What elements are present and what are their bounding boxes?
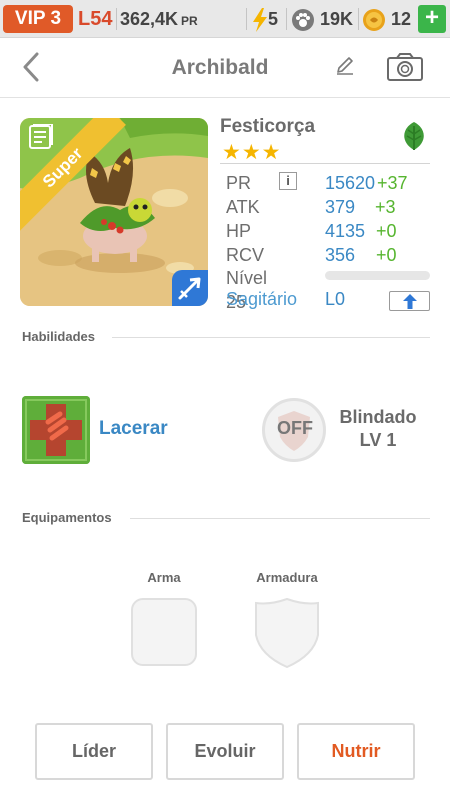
arrow-up-icon [403, 294, 417, 309]
leader-button[interactable]: Líder [35, 723, 153, 780]
armor-label: Armadura [256, 570, 318, 585]
coin-counter[interactable]: 12 [362, 5, 411, 33]
paw-icon [292, 9, 314, 32]
card-album-icon[interactable] [28, 123, 54, 155]
vip-badge[interactable]: VIP 3 [3, 5, 73, 33]
divider [112, 337, 430, 338]
armor-slot[interactable] [254, 597, 320, 669]
divider [246, 8, 247, 30]
skill-name-lacerar[interactable]: Lacerar [99, 418, 168, 440]
archer-icon [178, 277, 201, 300]
stat-label: RCV [226, 245, 265, 265]
food-value: 19K [320, 9, 354, 29]
add-currency-button[interactable]: + [418, 5, 446, 33]
navigation-bar: Archibald [0, 38, 450, 98]
player-level: L54 [78, 8, 113, 30]
energy-value: 5 [268, 9, 279, 29]
stat-bonus: +37 [377, 173, 408, 193]
stat-label: ATK [226, 197, 260, 217]
power-value: 362,4K [120, 9, 179, 29]
constellation-level: L0 [325, 289, 346, 309]
claw-cross-icon [22, 396, 90, 464]
weapon-slot[interactable] [131, 598, 197, 666]
xp-progress-bar [325, 271, 430, 280]
feed-button[interactable]: Nutrir [297, 723, 415, 780]
passive-skill-name: Blindado [339, 407, 417, 427]
stat-value: 379 [325, 197, 356, 217]
player-power: 362,4K PR [120, 5, 198, 35]
upgrade-button[interactable] [389, 291, 430, 311]
passive-skill-info: Blindado LV 1 [330, 406, 426, 452]
info-button[interactable]: i [279, 172, 297, 190]
element-badge [398, 120, 430, 157]
divider [358, 8, 359, 30]
stat-value: 4135 [325, 221, 366, 241]
stat-bonus: +0 [376, 221, 397, 241]
divider [130, 518, 430, 519]
equipment-section-title: Equipamentos [22, 510, 112, 525]
energy-counter[interactable]: 5 [252, 5, 278, 33]
stat-value: 15620 [325, 173, 376, 193]
stat-bonus: +0 [376, 245, 397, 265]
weapon-label: Arma [147, 570, 181, 585]
class-badge [172, 270, 208, 306]
passive-skill-level: LV 1 [359, 430, 397, 450]
stat-label: PR [226, 173, 252, 193]
stat-label: HP [226, 221, 252, 241]
rename-button[interactable] [335, 55, 355, 80]
leaf-icon [404, 122, 424, 150]
food-counter[interactable]: 19K [291, 5, 353, 33]
skill-off-badge: OFF [277, 418, 313, 438]
pencil-icon [337, 57, 353, 75]
skills-section-title: Habilidades [22, 329, 95, 344]
monster-name: Festicorça [220, 116, 316, 137]
status-bar: VIP 3 L54 362,4K PR 5 19K 12 + [0, 0, 450, 38]
skill-icon-lacerar[interactable] [22, 396, 90, 464]
coin-icon [363, 9, 385, 32]
star-rating: ★★★ [222, 141, 282, 164]
divider [116, 8, 117, 30]
evolve-button[interactable]: Evoluir [166, 723, 284, 780]
stat-value: 356 [325, 245, 356, 265]
power-unit: PR [181, 14, 198, 28]
divider [220, 163, 430, 164]
camera-icon [387, 53, 423, 81]
constellation-link[interactable]: Sagitário [226, 289, 297, 310]
camera-button[interactable] [386, 52, 424, 87]
monster-portrait[interactable]: Super [20, 118, 208, 306]
coin-value: 12 [391, 9, 412, 29]
page-title: Archibald [171, 56, 269, 79]
stat-bonus: +3 [375, 197, 396, 217]
divider [286, 8, 287, 30]
lightning-icon [253, 8, 267, 33]
